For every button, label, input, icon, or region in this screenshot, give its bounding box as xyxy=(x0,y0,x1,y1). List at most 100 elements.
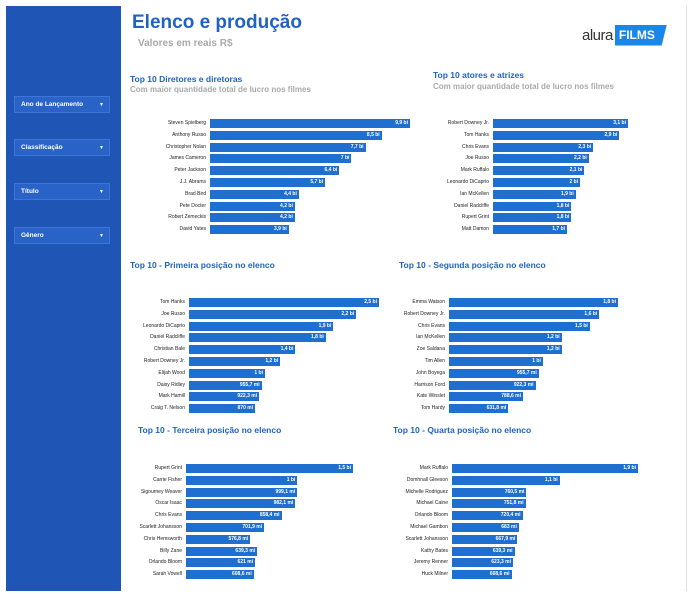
bar[interactable]: 760,5 mi xyxy=(452,487,527,497)
bar[interactable]: 2,5 bi xyxy=(189,298,379,307)
bar[interactable]: 3,1 bi xyxy=(493,119,628,128)
data-label: 3,1 bi xyxy=(613,120,626,126)
data-label: 701,9 mi xyxy=(242,524,263,530)
chart-title-atores: Top 10 atores e atrizes xyxy=(433,70,525,80)
data-label: 1,1 bi xyxy=(544,476,558,483)
bar[interactable]: 1,6 bi xyxy=(449,309,600,319)
chart-title-terceira-posicao: Top 10 - Terceira posição no elenco xyxy=(138,425,282,435)
category-label: Joe Russo xyxy=(161,310,185,317)
category-label: Tom Hanks xyxy=(463,131,489,138)
bar[interactable]: 1,2 bi xyxy=(449,345,562,355)
bar[interactable]: 1,7 bi xyxy=(493,225,568,235)
data-label: 608,6 mi xyxy=(232,571,252,578)
bar[interactable]: 1,9 bi xyxy=(189,321,334,331)
bar[interactable]: 870 mi xyxy=(189,404,256,414)
bar[interactable]: 1,9 bi xyxy=(452,464,638,473)
bar[interactable]: 999,1 mi xyxy=(186,487,298,497)
data-label: 1,8 bi xyxy=(556,214,570,221)
bar[interactable]: 720,4 mi xyxy=(452,511,523,521)
bar[interactable]: 2,9 bi xyxy=(493,130,620,140)
bar[interactable]: 4,4 bi xyxy=(210,189,299,199)
bar[interactable]: 2,3 bi xyxy=(493,142,594,152)
bar[interactable]: 6,4 bi xyxy=(210,166,340,176)
data-label: 1 bi xyxy=(254,369,263,376)
bar[interactable]: 922,3 mi xyxy=(189,392,260,402)
filter-titulo[interactable]: Título ▼ xyxy=(14,183,110,200)
data-label: 1,2 bi xyxy=(546,334,560,341)
data-label: 1,8 bi xyxy=(556,202,570,209)
bar[interactable]: 1,4 bi xyxy=(189,345,296,355)
bar[interactable]: 1,2 bi xyxy=(449,333,562,343)
category-label: Robert Downey Jr. xyxy=(143,358,185,364)
bar[interactable]: 623,3 mi xyxy=(452,558,514,568)
bar[interactable]: 667,9 mi xyxy=(452,534,518,544)
chart-title-segunda-posicao: Top 10 - Segunda posição no elenco xyxy=(399,260,546,270)
category-label: Pete Docter xyxy=(179,202,206,209)
bar[interactable]: 5,7 bi xyxy=(210,178,326,187)
bar[interactable]: 608,6 mi xyxy=(186,570,254,580)
filter-genero[interactable]: Gênero ▼ xyxy=(14,227,110,244)
data-label: 1,5 bi xyxy=(575,322,588,329)
category-label: Leonardo DiCaprio xyxy=(143,322,185,329)
bar[interactable]: 683 mi xyxy=(452,523,519,532)
bar[interactable]: 955,7 mi xyxy=(449,368,539,378)
bar[interactable]: 1,9 bi xyxy=(493,189,576,199)
bar[interactable]: 4,2 bi xyxy=(210,213,295,223)
category-label: J.J. Abrams xyxy=(179,179,206,185)
data-label: 2,3 bi xyxy=(578,143,592,150)
bar[interactable]: 2,2 bi xyxy=(493,154,589,164)
bar[interactable]: 1 bi xyxy=(449,357,543,366)
category-label: Peter Jackson xyxy=(174,167,206,174)
chevron-down-icon: ▼ xyxy=(99,101,104,108)
bar[interactable]: 1,8 bi xyxy=(493,201,572,211)
category-label: Tim Allen xyxy=(424,358,445,364)
bar[interactable]: 621 mi xyxy=(186,558,256,568)
category-label: Robert Zemeckis xyxy=(168,214,206,221)
bar[interactable]: 1 bi xyxy=(189,368,265,378)
data-label: 2,9 bi xyxy=(604,131,618,138)
bar[interactable]: 1 bi xyxy=(186,475,298,485)
data-label: 1,8 bi xyxy=(311,334,324,341)
filter-label: Classificação xyxy=(21,144,63,151)
bar[interactable]: 955,7 mi xyxy=(189,380,262,390)
bar[interactable]: 2 bi xyxy=(493,178,581,187)
bar[interactable]: 701,9 mi xyxy=(186,523,265,532)
bar[interactable]: 1,2 bi xyxy=(189,357,281,366)
bar[interactable]: 1,8 bi xyxy=(493,213,572,223)
category-label: Kathy Bates xyxy=(421,547,448,554)
filter-label: Gênero xyxy=(21,232,44,239)
filter-classificacao[interactable]: Classificação ▼ xyxy=(14,139,110,156)
category-label: Robert Downey Jr. xyxy=(403,310,445,317)
bar[interactable]: 7,7 bi xyxy=(210,142,366,152)
category-label: Joe Russo xyxy=(465,155,489,162)
bar[interactable]: 2,2 bi xyxy=(189,309,357,319)
bar[interactable]: 2,1 bi xyxy=(493,166,585,176)
bar[interactable]: 8,5 bi xyxy=(210,130,382,140)
bar[interactable]: 982,1 mi xyxy=(186,499,296,509)
data-label: 858,4 mi xyxy=(259,512,280,519)
category-label: Christopher Nolan xyxy=(165,143,206,150)
bar[interactable]: 922,3 mi xyxy=(449,380,536,390)
bar[interactable]: 1,1 bi xyxy=(452,475,560,485)
bar[interactable]: 1,5 bi xyxy=(449,321,590,331)
bar[interactable]: 1,5 bi xyxy=(186,464,353,473)
category-label: Ian McKellen xyxy=(416,334,445,341)
bar[interactable]: 788,6 mi xyxy=(449,392,524,402)
bar[interactable]: 9,9 bi xyxy=(210,119,410,128)
bar[interactable]: 7 bi xyxy=(210,154,352,164)
filter-ano-lancamento[interactable]: Ano de Lançamento ▼ xyxy=(14,96,110,113)
bar[interactable]: 576,8 mi xyxy=(186,534,251,544)
bar[interactable]: 1,8 bi xyxy=(449,298,618,307)
bar[interactable]: 1,8 bi xyxy=(189,333,326,343)
bar[interactable]: 608,6 mi xyxy=(452,570,512,580)
bar[interactable]: 4,2 bi xyxy=(210,201,295,211)
data-label: 1 bi xyxy=(286,476,296,483)
data-label: 6,4 bi xyxy=(324,167,338,174)
category-label: Domhnall Gleeson xyxy=(406,476,448,483)
bar[interactable]: 631,8 mi xyxy=(449,404,509,414)
bar[interactable]: 639,3 mi xyxy=(452,546,515,556)
bar[interactable]: 751,8 mi xyxy=(452,499,526,509)
bar[interactable]: 639,3 mi xyxy=(186,546,258,556)
bar[interactable]: 858,4 mi xyxy=(186,511,282,521)
bar[interactable]: 3,9 bi xyxy=(210,225,289,235)
